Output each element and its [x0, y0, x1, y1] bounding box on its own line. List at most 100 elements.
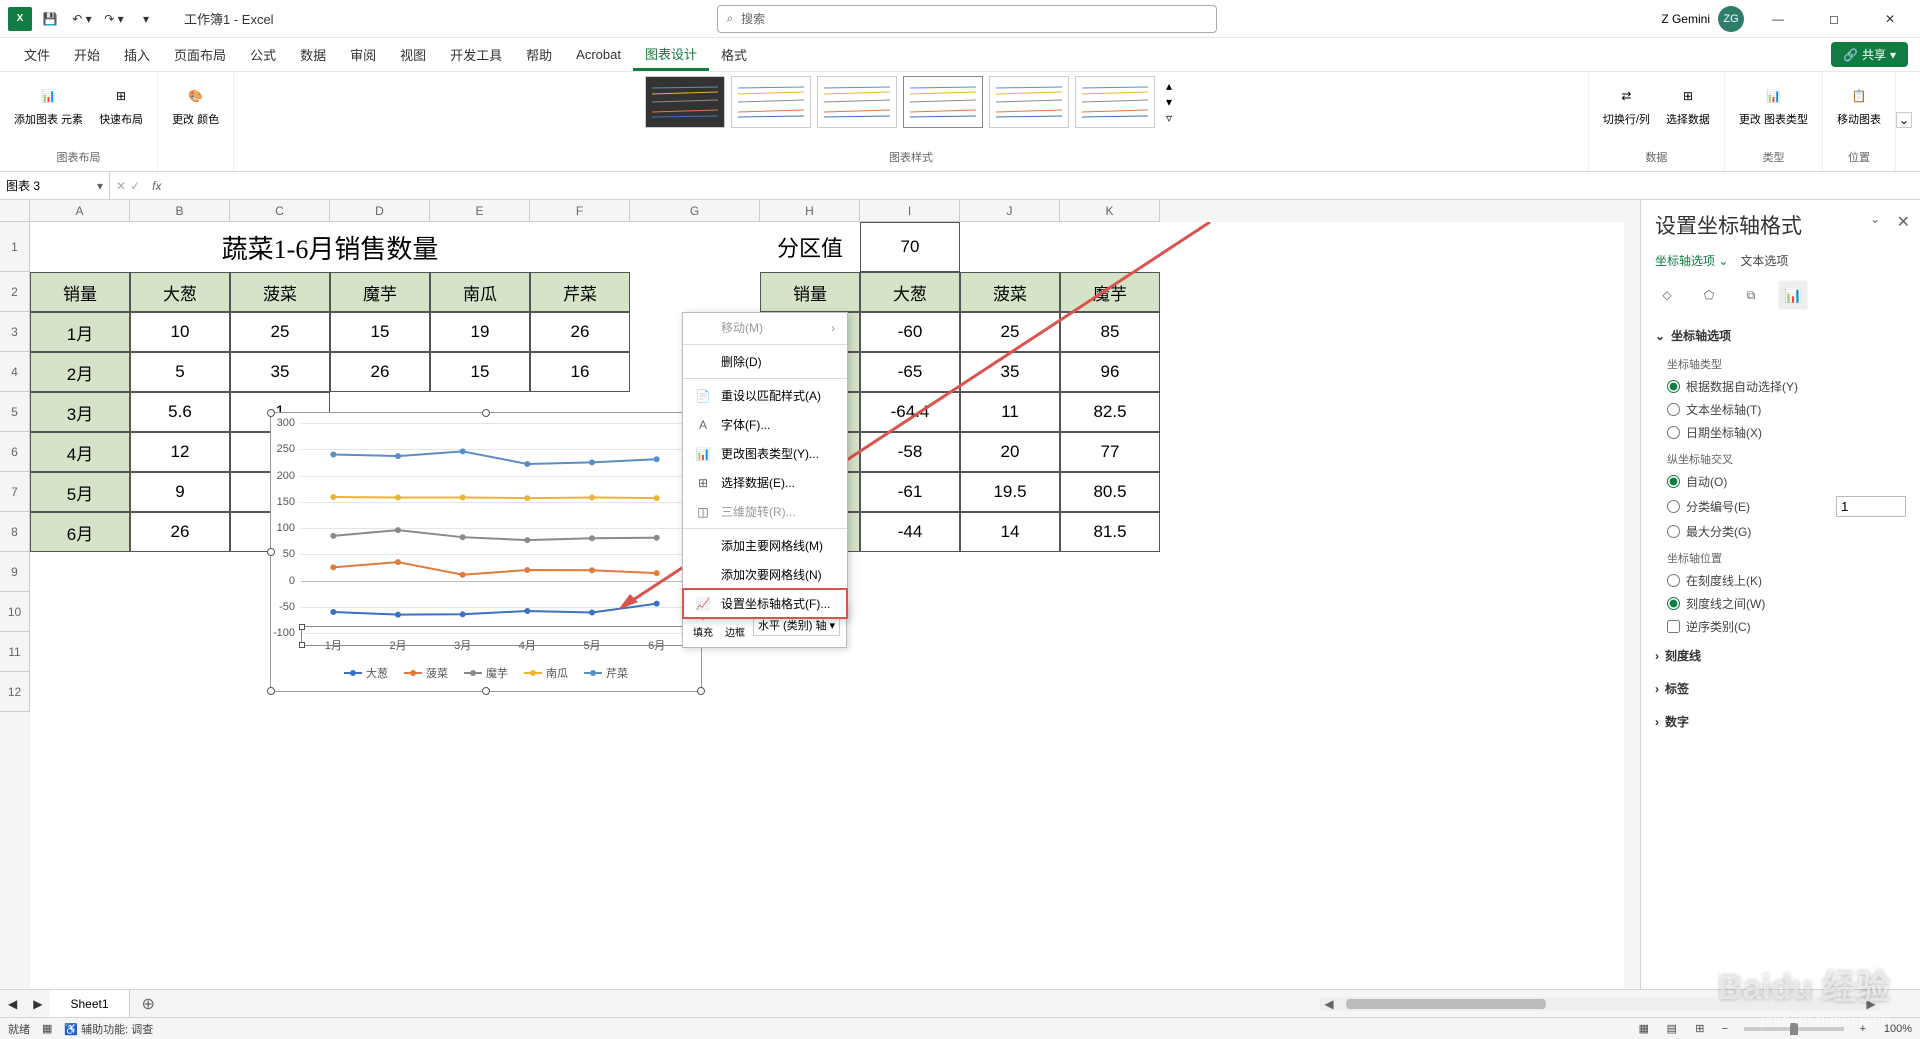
cell[interactable]: -44	[860, 512, 960, 552]
zoom-out-button[interactable]: −	[1716, 1023, 1734, 1035]
legend-item[interactable]: 魔芋	[464, 665, 508, 681]
size-icon-tab[interactable]: ⧉	[1739, 283, 1763, 307]
text-options-tab[interactable]: 文本选项	[1740, 252, 1788, 269]
sheet-tab-1[interactable]: Sheet1	[50, 990, 129, 1017]
row-header-6[interactable]: 6	[0, 432, 30, 472]
tab-开始[interactable]: 开始	[62, 38, 112, 71]
legend-item[interactable]: 南瓜	[524, 665, 568, 681]
pane-options-button[interactable]: ⌄	[1870, 212, 1880, 226]
chart-resize-handle[interactable]	[267, 409, 275, 417]
cell[interactable]: 魔芋	[330, 272, 430, 312]
tab-Acrobat[interactable]: Acrobat	[564, 38, 633, 71]
tab-页面布局[interactable]: 页面布局	[162, 38, 238, 71]
text-axis-radio[interactable]: 文本坐标轴(T)	[1667, 401, 1906, 418]
column-header-F[interactable]: F	[530, 200, 630, 222]
cell[interactable]: 96	[1060, 352, 1160, 392]
cell[interactable]: -60	[860, 312, 960, 352]
page-layout-view-button[interactable]: ▤	[1660, 1020, 1684, 1038]
cell[interactable]: 大葱	[860, 272, 960, 312]
menu-item-2[interactable]: 📄重设以匹配样式(A)	[683, 381, 847, 410]
select-data-button[interactable]: ⊞ 选择数据	[1660, 76, 1716, 131]
tab-视图[interactable]: 视图	[388, 38, 438, 71]
zoom-level[interactable]: 100%	[1884, 1023, 1912, 1035]
cell[interactable]: 10	[130, 312, 230, 352]
chart-style-6[interactable]	[1075, 76, 1155, 128]
cell[interactable]: 3月	[30, 392, 130, 432]
quick-layout-button[interactable]: ⊞ 快速布局	[93, 76, 149, 131]
row-header-4[interactable]: 4	[0, 352, 30, 392]
pane-close-button[interactable]: ✕	[1897, 212, 1910, 232]
cell[interactable]: 85	[1060, 312, 1160, 352]
cell[interactable]: 15	[430, 352, 530, 392]
cell[interactable]: 14	[960, 512, 1060, 552]
cell[interactable]: 15	[330, 312, 430, 352]
max-category-radio[interactable]: 最大分类(G)	[1667, 523, 1906, 540]
cell[interactable]: 26	[130, 512, 230, 552]
cell[interactable]: 4月	[30, 432, 130, 472]
change-chart-type-button[interactable]: 📊 更改 图表类型	[1733, 76, 1814, 131]
category-cross-radio[interactable]: 分类编号(E)	[1667, 496, 1906, 517]
cell[interactable]: 12	[130, 432, 230, 472]
column-header-G[interactable]: G	[630, 200, 760, 222]
row-header-3[interactable]: 3	[0, 312, 30, 352]
name-box[interactable]: 图表 3▾	[0, 172, 110, 199]
cell[interactable]: 25	[960, 312, 1060, 352]
row-header-11[interactable]: 11	[0, 632, 30, 672]
tab-数据[interactable]: 数据	[288, 38, 338, 71]
axis-options-tab[interactable]: 坐标轴选项 ⌄	[1655, 252, 1728, 269]
effects-icon-tab[interactable]: ⬠	[1697, 283, 1721, 307]
menu-item-3[interactable]: A字体(F)...	[683, 410, 847, 439]
column-header-E[interactable]: E	[430, 200, 530, 222]
chart-resize-handle[interactable]	[267, 687, 275, 695]
chart-style-5[interactable]	[989, 76, 1069, 128]
embedded-chart[interactable]: -100-500501001502002503001月2月3月4月5月6月大葱菠…	[270, 412, 702, 692]
category-number-input[interactable]	[1836, 496, 1906, 517]
column-header-A[interactable]: A	[30, 200, 130, 222]
chart-resize-handle[interactable]	[697, 687, 705, 695]
row-header-5[interactable]: 5	[0, 392, 30, 432]
move-chart-button[interactable]: 📋 移动图表	[1831, 76, 1887, 131]
cell[interactable]: 销量	[30, 272, 130, 312]
accessibility-status[interactable]: ♿ 辅助功能: 调查	[64, 1021, 153, 1037]
row-header-10[interactable]: 10	[0, 592, 30, 632]
chart-resize-handle[interactable]	[267, 548, 275, 556]
tab-开发工具[interactable]: 开发工具	[438, 38, 514, 71]
menu-item-9[interactable]: 📈设置坐标轴格式(F)...	[683, 589, 847, 618]
chart-style-4[interactable]	[903, 76, 983, 128]
cell[interactable]: 9	[130, 472, 230, 512]
cell[interactable]: 11	[960, 392, 1060, 432]
reverse-categories-check[interactable]: 逆序类别(C)	[1667, 618, 1906, 635]
confirm-formula-icon[interactable]: ✓	[130, 179, 140, 193]
cell[interactable]: 1月	[30, 312, 130, 352]
legend-item[interactable]: 芹菜	[584, 665, 628, 681]
column-header-D[interactable]: D	[330, 200, 430, 222]
cell[interactable]: -65	[860, 352, 960, 392]
on-tick-radio[interactable]: 在刻度线上(K)	[1667, 572, 1906, 589]
minimize-button[interactable]: —	[1756, 0, 1800, 38]
auto-cross-radio[interactable]: 自动(O)	[1667, 473, 1906, 490]
column-header-H[interactable]: H	[760, 200, 860, 222]
cell[interactable]: -64.4	[860, 392, 960, 432]
table2-title[interactable]: 分区值	[760, 222, 860, 272]
legend-item[interactable]: 大葱	[344, 665, 388, 681]
between-tick-radio[interactable]: 刻度线之间(W)	[1667, 595, 1906, 612]
cell[interactable]: -58	[860, 432, 960, 472]
horizontal-scrollbar[interactable]: ◀▶	[1320, 997, 1880, 1011]
cell[interactable]: 5月	[30, 472, 130, 512]
save-button[interactable]: 💾	[36, 5, 64, 33]
axis-options-section[interactable]: ⌄ 坐标轴选项	[1655, 323, 1906, 348]
cell[interactable]: 魔芋	[1060, 272, 1160, 312]
page-break-view-button[interactable]: ⊞	[1688, 1020, 1712, 1038]
auto-axis-radio[interactable]: 根据数据自动选择(Y)	[1667, 378, 1906, 395]
select-all-corner[interactable]	[0, 200, 30, 222]
chart-style-1[interactable]	[645, 76, 725, 128]
cell[interactable]: 77	[1060, 432, 1160, 472]
menu-item-4[interactable]: 📊更改图表类型(Y)...	[683, 439, 847, 468]
maximize-button[interactable]: ◻	[1812, 0, 1856, 38]
cell[interactable]: -61	[860, 472, 960, 512]
undo-button[interactable]: ↶ ▾	[68, 5, 96, 33]
zoom-slider[interactable]	[1744, 1027, 1844, 1031]
change-colors-button[interactable]: 🎨 更改 颜色	[166, 76, 225, 131]
add-sheet-button[interactable]: ⊕	[130, 994, 167, 1014]
user-account[interactable]: Z Gemini ZG	[1661, 6, 1744, 32]
